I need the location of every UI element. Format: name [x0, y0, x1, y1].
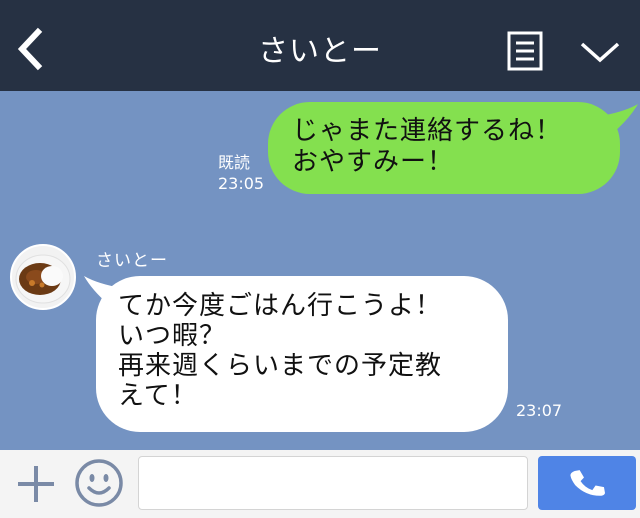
read-receipt: 既読: [218, 153, 251, 172]
incoming-message-line: 再来週くらいまでの予定教: [118, 351, 443, 381]
plus-icon: [18, 466, 54, 502]
outgoing-message-line: おやすみー！: [292, 147, 455, 177]
note-icon: [507, 31, 543, 71]
outgoing-timestamp: 23:05: [218, 174, 265, 193]
note-button[interactable]: [506, 30, 544, 72]
incoming-message-text: てか今度ごはん行こうよ！ いつ暇？ 再来週くらいまでの予定教 えて！: [118, 291, 498, 411]
sender-name: さいとー: [96, 251, 168, 271]
outgoing-message-text: じゃまた連絡するね！ おやすみー！: [292, 116, 612, 178]
outgoing-message-line: じゃまた連絡するね！: [292, 116, 563, 146]
call-button[interactable]: [538, 456, 636, 510]
chat-header: さいとー: [0, 0, 640, 91]
curry-rice-avatar: [15, 254, 71, 304]
add-button[interactable]: [14, 462, 58, 506]
smile-icon: [75, 459, 123, 507]
message-input[interactable]: [138, 456, 528, 510]
sticker-button[interactable]: [74, 458, 124, 508]
incoming-message-line: えて！: [118, 381, 198, 411]
chat-title: さいとー: [258, 34, 382, 69]
chevron-down-icon: [580, 42, 620, 63]
phone-icon: [570, 470, 605, 496]
incoming-message-line: いつ暇？: [118, 321, 227, 351]
incoming-timestamp: 23:07: [516, 401, 563, 420]
incoming-message-line: てか今度ごはん行こうよ！: [118, 291, 443, 321]
menu-toggle-button[interactable]: [578, 38, 622, 66]
avatar[interactable]: [10, 244, 76, 310]
